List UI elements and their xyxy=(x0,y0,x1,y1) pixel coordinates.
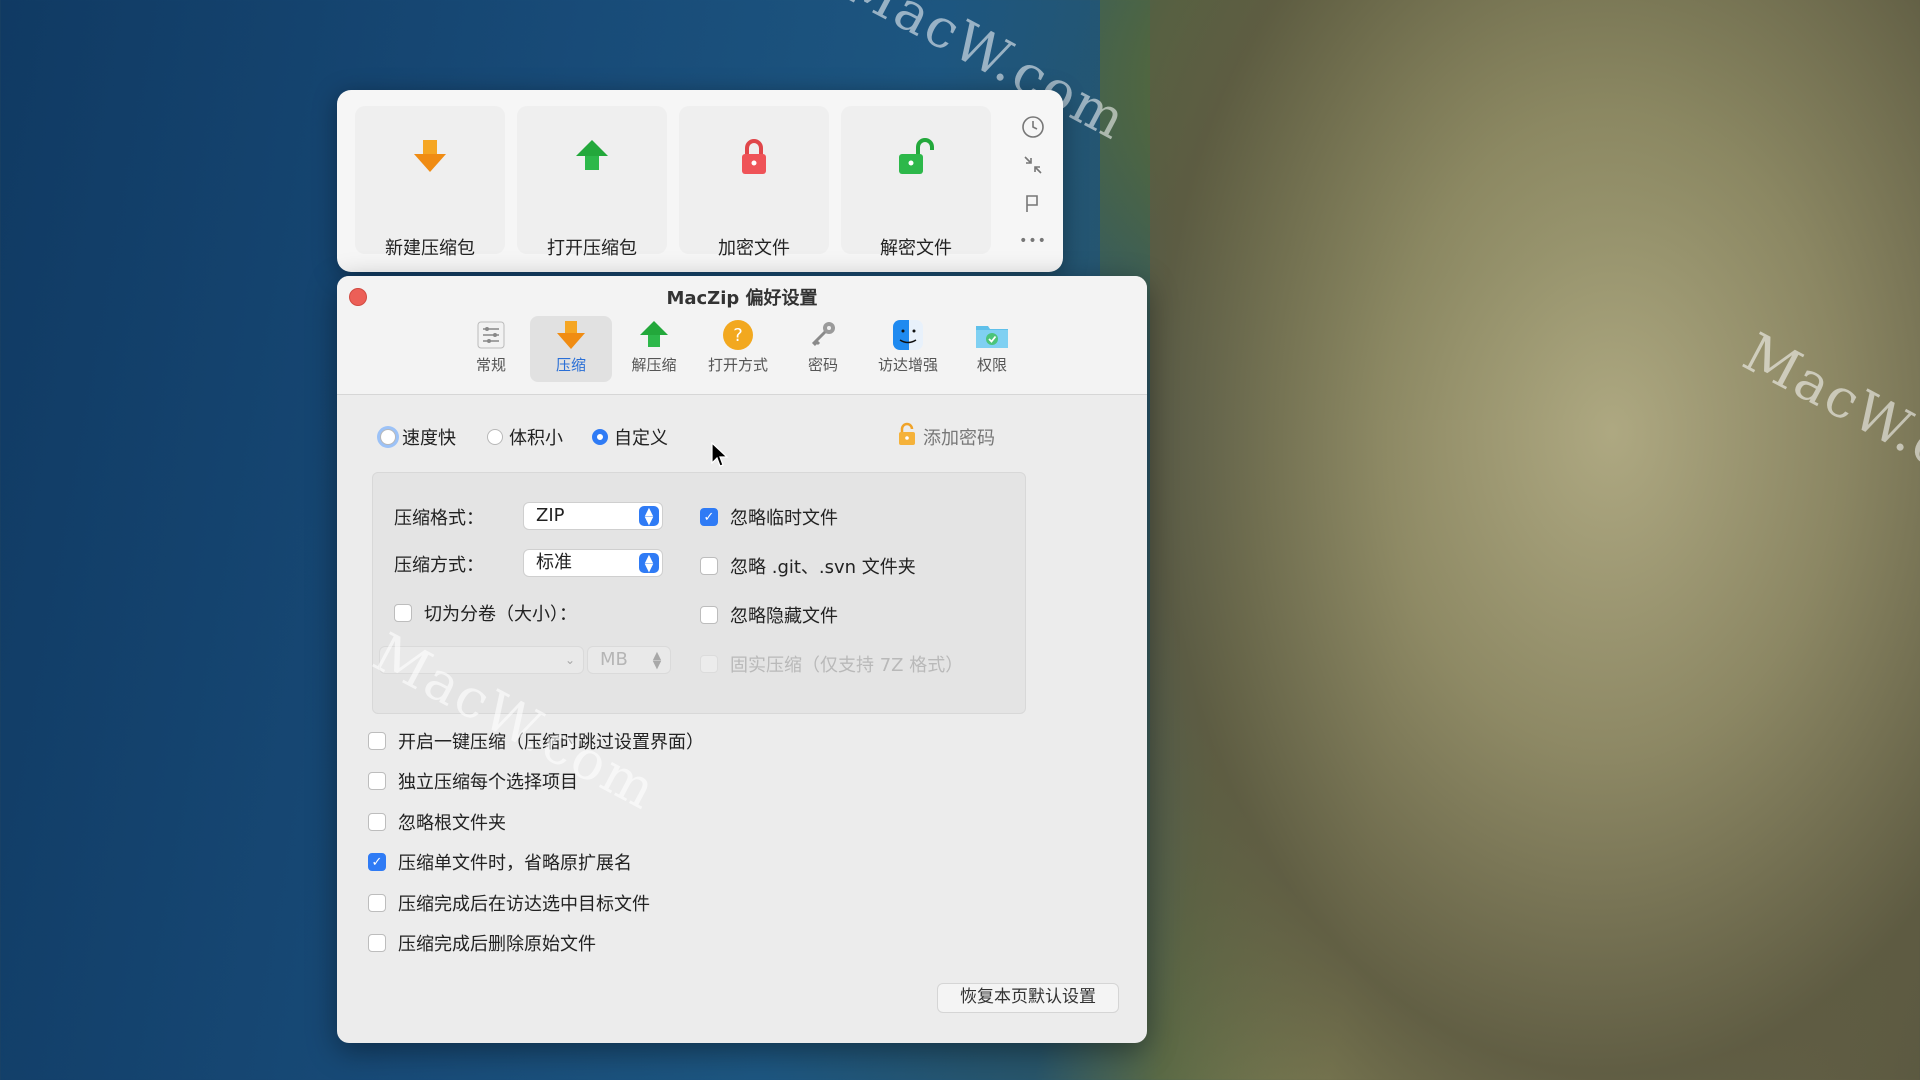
encrypt-file-label: 加密文件 xyxy=(718,238,790,259)
finder-icon xyxy=(867,316,949,354)
tab-finder[interactable]: 访达增强 xyxy=(867,316,949,382)
radio-size-dot xyxy=(487,429,503,445)
history-icon[interactable] xyxy=(1013,108,1053,146)
delete-original-box xyxy=(368,934,386,952)
ignore-temp-box: ✓ xyxy=(700,508,718,526)
extract-arrow-icon xyxy=(613,316,695,354)
lock-icon xyxy=(897,422,917,451)
split-unit-select[interactable]: MB ▲ ▼ xyxy=(587,646,671,674)
lock-closed-icon xyxy=(679,138,829,178)
split-volume-checkbox[interactable]: 切为分卷（大小）： xyxy=(394,600,577,626)
reveal-in-finder-box xyxy=(368,894,386,912)
tab-password[interactable]: 密码 xyxy=(782,316,864,382)
tab-finder-label: 访达增强 xyxy=(877,356,938,374)
lock-open-icon xyxy=(841,138,991,178)
tab-open-with[interactable]: ? 打开方式 xyxy=(697,316,779,382)
solid-compression-label: 固实压缩（仅支持 7Z 格式） xyxy=(730,655,964,676)
background-cliffs xyxy=(1150,0,1920,1080)
collapse-icon[interactable] xyxy=(1013,146,1053,184)
quick-action-panel: 新建压缩包 打开压缩包 加密文件 解密文件 ••• xyxy=(337,90,1063,272)
radio-speed-label: 速度快 xyxy=(402,428,456,449)
ignore-hidden-checkbox[interactable]: 忽略隐藏文件 xyxy=(700,602,838,628)
open-archive-button[interactable]: 打开压缩包 xyxy=(517,106,667,259)
ignore-vcs-box xyxy=(700,557,718,575)
arrow-down-icon xyxy=(355,138,505,178)
delete-original-checkbox[interactable]: 压缩完成后删除原始文件 xyxy=(368,930,596,956)
encrypt-file-button[interactable]: 加密文件 xyxy=(679,106,829,259)
tab-extract-label: 解压缩 xyxy=(631,356,677,374)
compress-arrow-icon xyxy=(530,316,612,354)
solid-compression-box xyxy=(700,655,718,673)
svg-text:?: ? xyxy=(733,325,743,346)
tab-compress-label: 压缩 xyxy=(555,356,586,374)
stepper-arrows-icon: ▲ ▼ xyxy=(639,506,659,526)
sliders-icon xyxy=(450,316,532,354)
quick-side-toolbar: ••• xyxy=(1013,108,1053,260)
radio-custom-dot xyxy=(592,429,608,445)
stepper-arrows-icon: ▲ ▼ xyxy=(639,553,659,573)
tab-open-with-label: 打开方式 xyxy=(707,356,768,374)
format-label: 压缩格式： xyxy=(394,508,484,529)
ignore-hidden-box xyxy=(700,606,718,624)
radio-custom[interactable]: 自定义 xyxy=(592,424,668,450)
new-archive-button[interactable]: 新建压缩包 xyxy=(355,106,505,259)
new-archive-label: 新建压缩包 xyxy=(385,238,475,259)
compress-each-box xyxy=(368,772,386,790)
delete-original-label: 压缩完成后删除原始文件 xyxy=(398,934,596,955)
tab-permissions[interactable]: 权限 xyxy=(951,316,1033,382)
format-select[interactable]: ZIP ▲ ▼ xyxy=(523,502,663,530)
solid-compression-checkbox[interactable]: 固实压缩（仅支持 7Z 格式） xyxy=(700,651,963,677)
tab-permissions-label: 权限 xyxy=(976,356,1007,374)
radio-speed[interactable]: 速度快 xyxy=(380,424,456,450)
radio-speed-dot xyxy=(380,429,396,445)
keys-icon xyxy=(782,316,864,354)
split-unit-value: MB xyxy=(600,649,628,670)
tab-extract[interactable]: 解压缩 xyxy=(613,316,695,382)
reveal-in-finder-label: 压缩完成后在访达选中目标文件 xyxy=(398,894,650,915)
ignore-hidden-label: 忽略隐藏文件 xyxy=(730,606,838,627)
decrypt-file-button[interactable]: 解密文件 xyxy=(841,106,991,259)
reveal-in-finder-checkbox[interactable]: 压缩完成后在访达选中目标文件 xyxy=(368,890,650,916)
ignore-root-label: 忽略根文件夹 xyxy=(398,813,506,834)
method-select-value: 标准 xyxy=(536,552,572,573)
folder-check-icon xyxy=(951,316,1033,354)
radio-custom-label: 自定义 xyxy=(614,428,668,449)
split-volume-label: 切为分卷（大小）： xyxy=(424,604,577,625)
radio-size[interactable]: 体积小 xyxy=(487,424,563,450)
pin-icon[interactable] xyxy=(1013,184,1053,222)
ignore-root-box xyxy=(368,813,386,831)
question-icon: ? xyxy=(697,316,779,354)
format-select-value: ZIP xyxy=(536,505,565,526)
tab-general[interactable]: 常规 xyxy=(450,316,532,382)
open-archive-label: 打开压缩包 xyxy=(547,238,637,259)
add-password-label: 添加密码 xyxy=(923,427,995,449)
ignore-vcs-label: 忽略 .git、.svn 文件夹 xyxy=(730,557,916,578)
arrow-up-icon xyxy=(517,138,667,178)
ignore-vcs-checkbox[interactable]: 忽略 .git、.svn 文件夹 xyxy=(700,553,916,579)
stepper-arrows-icon: ▲ ▼ xyxy=(652,649,662,671)
radio-size-label: 体积小 xyxy=(509,428,563,449)
tab-password-label: 密码 xyxy=(807,356,838,374)
more-icon[interactable]: ••• xyxy=(1013,222,1053,260)
omit-extension-checkbox[interactable]: ✓ 压缩单文件时，省略原扩展名 xyxy=(368,849,632,875)
ignore-temp-label: 忽略临时文件 xyxy=(730,508,838,529)
omit-extension-label: 压缩单文件时，省略原扩展名 xyxy=(398,853,632,874)
ignore-temp-checkbox[interactable]: ✓ 忽略临时文件 xyxy=(700,504,838,530)
method-label: 压缩方式： xyxy=(394,555,484,576)
mouse-cursor-icon xyxy=(711,441,729,472)
decrypt-file-label: 解密文件 xyxy=(880,238,952,259)
chevron-down-icon: ⌄ xyxy=(564,653,576,667)
window-title: MacZip 偏好设置 xyxy=(666,288,818,309)
add-password-button[interactable]: 添加密码 xyxy=(897,422,995,451)
one-click-compress-box xyxy=(368,732,386,750)
method-select[interactable]: 标准 ▲ ▼ xyxy=(523,549,663,577)
restore-defaults-button[interactable]: 恢复本页默认设置 xyxy=(937,983,1119,1013)
omit-extension-box: ✓ xyxy=(368,853,386,871)
window-toolbar: MacZip 偏好设置 常规 压缩 解压缩 ? 打开方式 密码 访达增强 权限 xyxy=(337,276,1147,395)
ignore-root-checkbox[interactable]: 忽略根文件夹 xyxy=(368,809,506,835)
tab-compress[interactable]: 压缩 xyxy=(530,316,612,382)
split-volume-box xyxy=(394,604,412,622)
tab-general-label: 常规 xyxy=(475,356,506,374)
